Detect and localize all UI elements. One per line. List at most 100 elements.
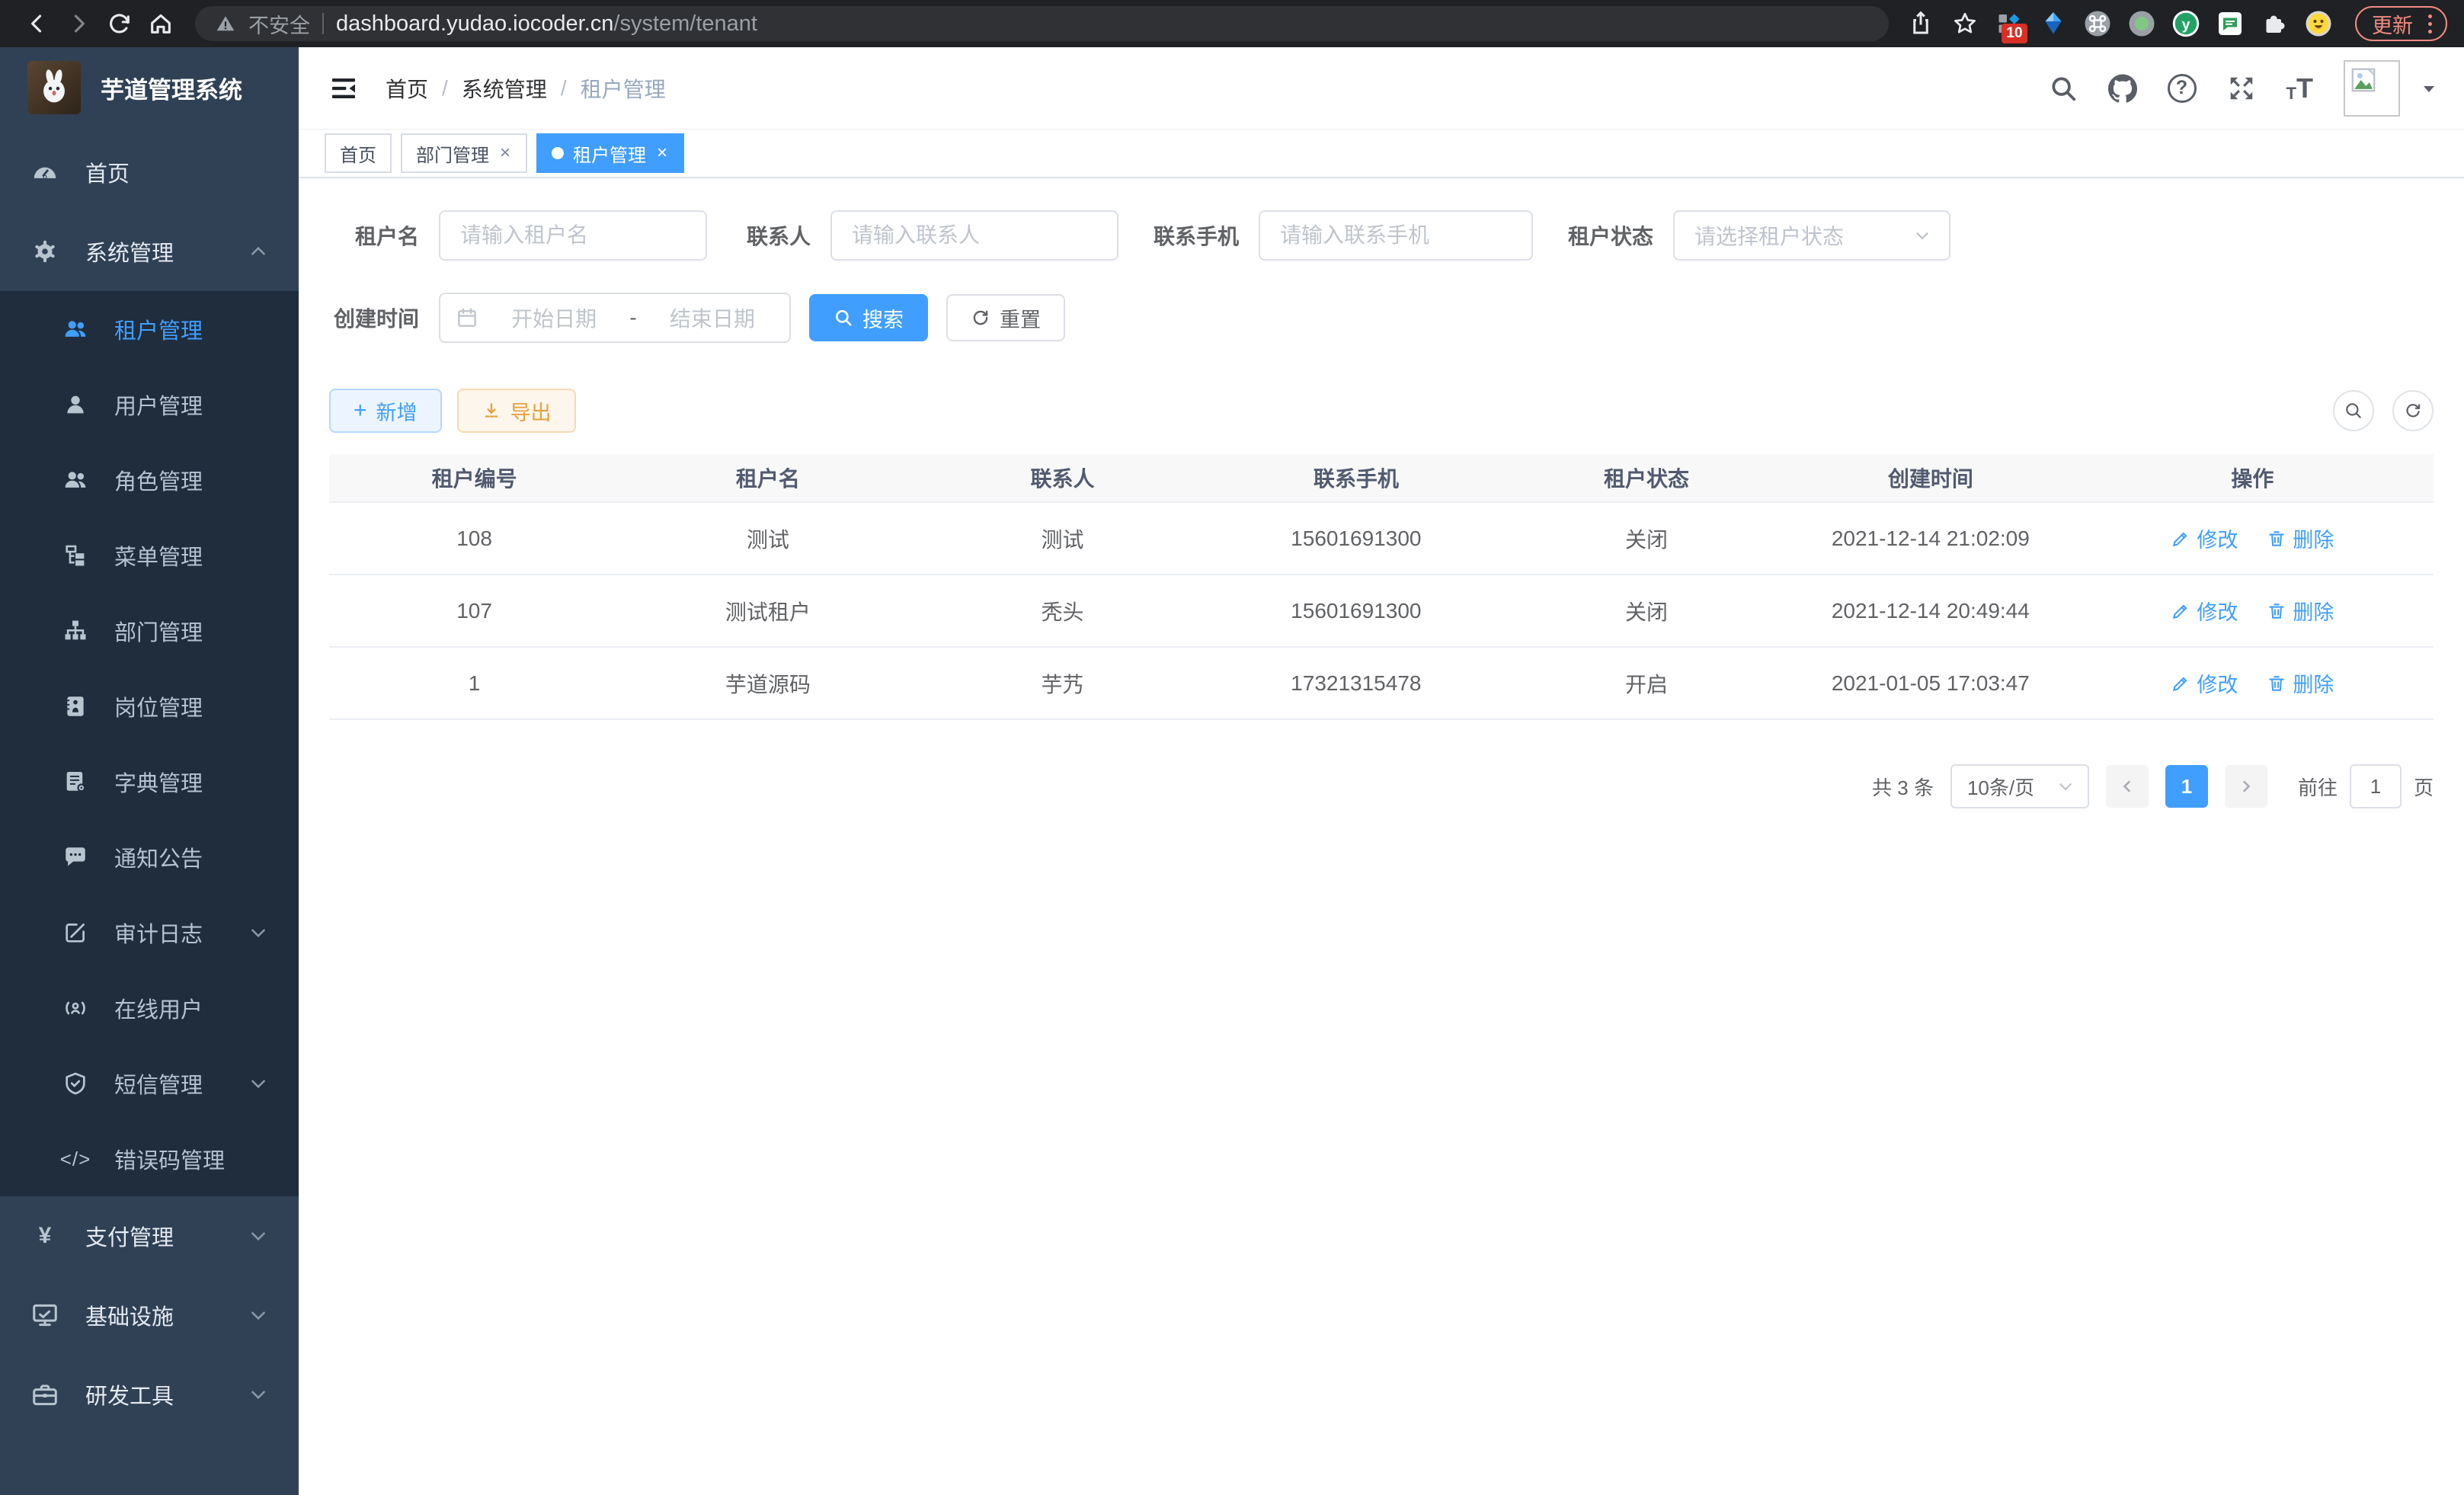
browser-update-button[interactable]: 更新	[2355, 6, 2447, 41]
tab-dept[interactable]: 部门管理 ×	[401, 133, 527, 173]
breadcrumb-system[interactable]: 系统管理	[462, 73, 547, 104]
security-warning-icon[interactable]	[215, 14, 236, 34]
address-bar[interactable]: 不安全 dashboard.yudao.iocoder.cn/system/te…	[195, 6, 1889, 41]
sidebar-item-dept[interactable]: 部门管理	[0, 593, 299, 668]
sidebar-item-error-code[interactable]: </> 错误码管理	[0, 1121, 299, 1196]
search-button[interactable]: 搜索	[809, 294, 928, 341]
tree-icon	[61, 541, 90, 570]
prev-page-button[interactable]	[2106, 765, 2149, 808]
end-date-placeholder[interactable]: 结束日期	[651, 303, 774, 333]
sidebar-item-sms[interactable]: 短信管理	[0, 1045, 299, 1121]
github-icon[interactable]	[2108, 74, 2137, 103]
extension-grid-diamond-icon[interactable]: 10	[1991, 5, 2027, 42]
message-icon	[61, 843, 90, 872]
sidebar-item-user[interactable]: 用户管理	[0, 367, 299, 442]
sidebar-item-notice[interactable]: 通知公告	[0, 819, 299, 895]
extension-kite-icon[interactable]	[2035, 5, 2072, 42]
sidebar-item-label: 字典管理	[114, 766, 203, 798]
badge-icon	[61, 692, 90, 721]
search-button-label: 搜索	[862, 303, 904, 333]
sidebar-item-online-users[interactable]: 在线用户	[0, 970, 299, 1045]
reset-button[interactable]: 重置	[946, 294, 1065, 341]
breadcrumb-home[interactable]: 首页	[386, 73, 428, 104]
table-header: 租户编号 租户名 联系人 联系手机 租户状态 创建时间 操作	[329, 454, 2434, 503]
delete-link[interactable]: 删除	[2267, 668, 2334, 698]
close-icon[interactable]: ×	[498, 142, 512, 164]
sidebar-item-menu[interactable]: 菜单管理	[0, 517, 299, 593]
sidebar-submenu-system: 租户管理 用户管理 角色管理	[0, 291, 299, 1196]
toggle-search-button[interactable]	[2333, 390, 2374, 431]
browser-reload-icon[interactable]	[99, 5, 140, 43]
url-text[interactable]: dashboard.yudao.iocoder.cn/system/tenant	[336, 11, 757, 37]
browser-forward-icon[interactable]	[58, 5, 99, 43]
extension-y-icon[interactable]: y	[2168, 5, 2204, 42]
help-icon[interactable]: ?	[2168, 74, 2197, 103]
code-icon: </>	[61, 1144, 90, 1173]
page-number-button[interactable]: 1	[2165, 765, 2208, 808]
sidebar-item-infra[interactable]: 基础设施	[0, 1276, 299, 1355]
export-button[interactable]: 导出	[457, 389, 576, 433]
navbar-actions: ? TT	[2049, 60, 2438, 117]
tenant-status-placeholder: 请选择租户状态	[1694, 220, 1844, 251]
bookmark-star-icon[interactable]	[1947, 5, 1983, 42]
tab-label: 首页	[340, 140, 376, 167]
chevron-up-icon	[248, 242, 268, 261]
extension-dot-icon[interactable]	[2123, 5, 2160, 42]
delete-link[interactable]: 删除	[2267, 523, 2334, 553]
contact-input[interactable]	[830, 210, 1118, 261]
avatar[interactable]	[2344, 60, 2400, 117]
cell-tenant-name: 测试租户	[619, 596, 916, 626]
sidebar-item-pay[interactable]: ¥ 支付管理	[0, 1196, 299, 1276]
sidebar-item-role[interactable]: 角色管理	[0, 442, 299, 517]
extension-emoji-icon[interactable]	[2300, 5, 2337, 42]
dashboard-icon	[29, 156, 61, 188]
url-domain: dashboard.yudao.iocoder.cn	[336, 11, 613, 36]
sidebar-item-system[interactable]: 系统管理	[0, 212, 299, 291]
tenant-name-input[interactable]	[439, 210, 707, 261]
avatar-caret-icon[interactable]	[2420, 79, 2438, 98]
app-window: 芋道管理系统 首页 系统管理	[0, 47, 2464, 1495]
font-size-icon[interactable]: TT	[2286, 75, 2313, 102]
share-icon[interactable]	[1902, 5, 1939, 42]
sidebar-item-label: 短信管理	[114, 1068, 203, 1100]
goto-page-input[interactable]	[2350, 764, 2402, 808]
start-date-placeholder[interactable]: 开始日期	[492, 303, 616, 333]
delete-link[interactable]: 删除	[2267, 596, 2334, 626]
sidebar-item-dict[interactable]: 字典管理	[0, 744, 299, 819]
edit-link[interactable]: 修改	[2171, 596, 2238, 626]
screen: 不安全 dashboard.yudao.iocoder.cn/system/te…	[0, 0, 2464, 1495]
extension-puzzle-icon[interactable]	[2256, 5, 2293, 42]
next-page-button[interactable]	[2225, 765, 2267, 808]
plus-icon: +	[354, 399, 367, 422]
user-icon	[61, 390, 90, 419]
sidebar-item-home[interactable]: 首页	[0, 133, 299, 212]
security-label[interactable]: 不安全	[248, 9, 310, 39]
fullscreen-icon[interactable]	[2227, 74, 2256, 103]
app-logo-row[interactable]: 芋道管理系统	[0, 47, 299, 128]
tenant-status-select[interactable]: 请选择租户状态	[1673, 210, 1950, 261]
add-button[interactable]: + 新增	[329, 389, 442, 433]
extension-command-icon[interactable]	[2079, 5, 2116, 42]
sidebar-fold-icon[interactable]	[325, 69, 363, 107]
header-search-icon[interactable]	[2049, 74, 2078, 103]
extension-chat-icon[interactable]	[2212, 5, 2248, 42]
tab-tenant[interactable]: 租户管理 ×	[536, 133, 684, 173]
page-content: 租户名 联系人 联系手机 租户状态 请选择租户状态	[299, 178, 2464, 1495]
browser-home-icon[interactable]	[140, 5, 181, 43]
edit-link[interactable]: 修改	[2171, 523, 2238, 553]
sidebar-item-dev-tools[interactable]: 研发工具	[0, 1355, 299, 1434]
tab-home[interactable]: 首页	[325, 133, 392, 173]
mobile-input[interactable]	[1259, 210, 1533, 261]
sidebar-item-tenant[interactable]: 租户管理	[0, 291, 299, 367]
close-icon[interactable]: ×	[655, 142, 669, 164]
create-time-range-picker[interactable]: 开始日期 - 结束日期	[439, 293, 791, 343]
sidebar-item-label: 部门管理	[114, 615, 203, 647]
sidebar-item-audit-log[interactable]: 审计日志	[0, 895, 299, 970]
sidebar-item-post[interactable]: 岗位管理	[0, 668, 299, 744]
edit-link[interactable]: 修改	[2171, 668, 2238, 698]
page-size-select[interactable]: 10条/页	[1950, 764, 2089, 808]
refresh-button[interactable]	[2392, 390, 2434, 431]
browser-back-icon[interactable]	[17, 5, 58, 43]
browser-menu-icon[interactable]	[2422, 11, 2438, 37]
monitor-icon	[29, 1299, 61, 1331]
